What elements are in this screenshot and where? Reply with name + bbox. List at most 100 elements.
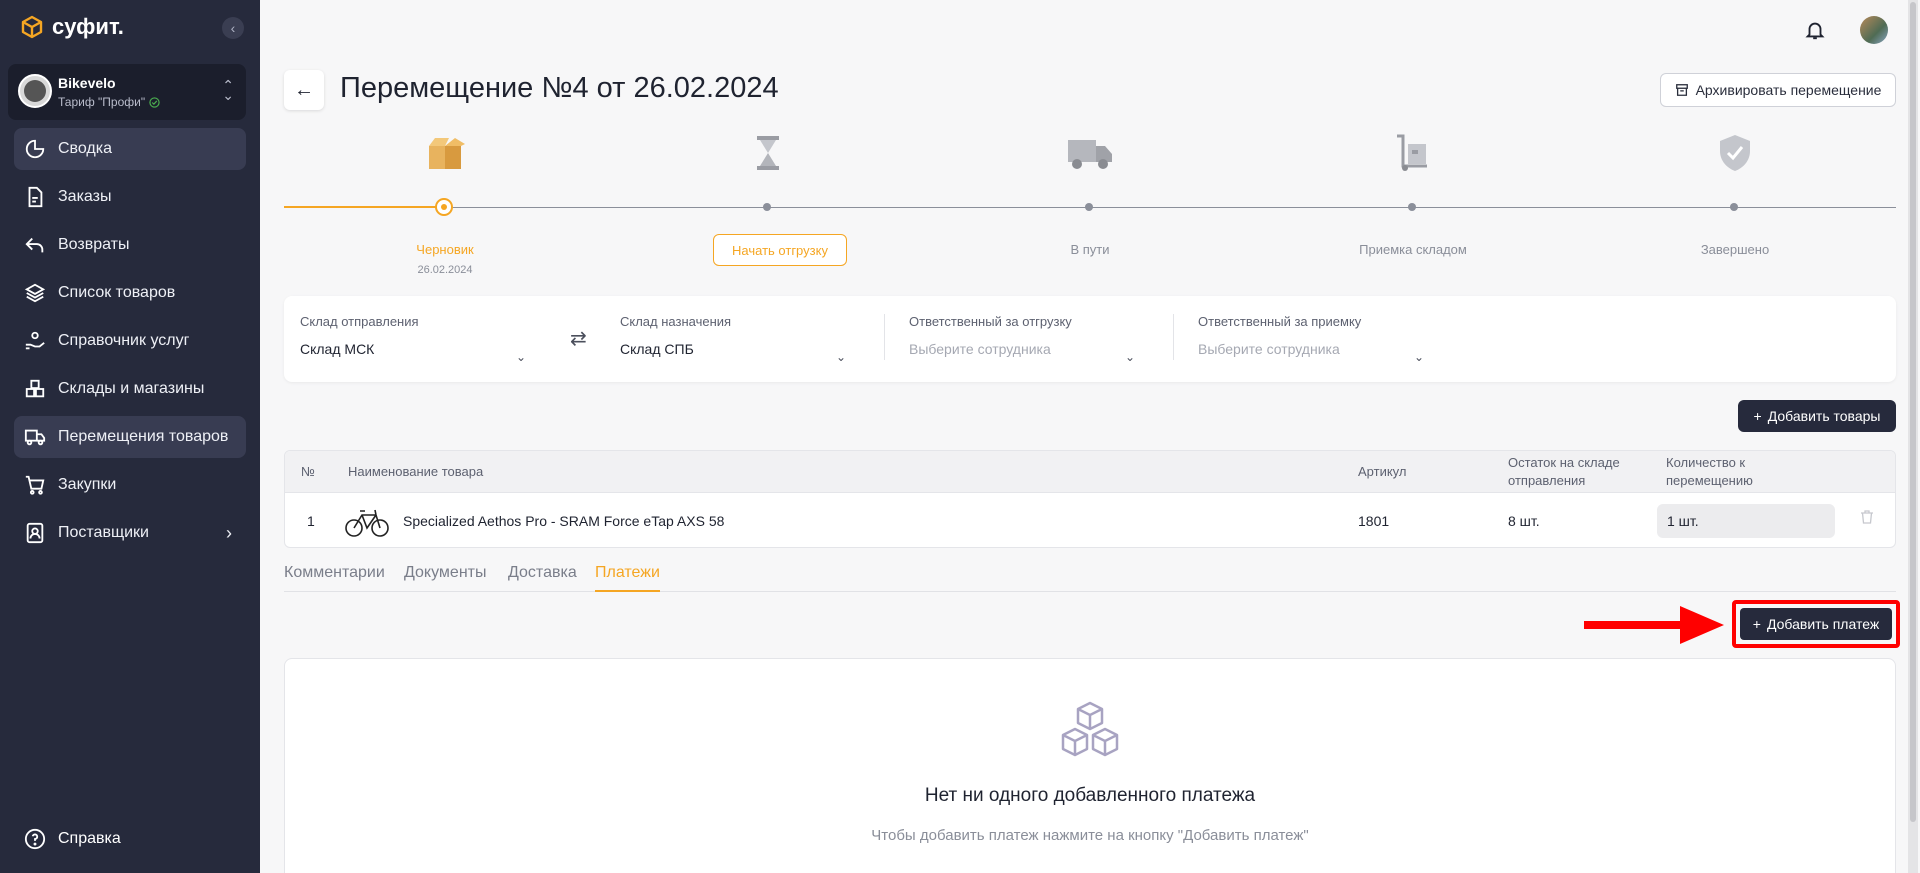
step-dot (1085, 203, 1093, 211)
add-payment-button[interactable]: + Добавить платеж (1740, 608, 1892, 640)
empty-state-subtitle: Чтобы добавить платеж нажмите на кнопку … (871, 827, 1309, 844)
field-label: Ответственный за приемку (1198, 314, 1362, 329)
bell-icon[interactable] (1804, 18, 1826, 42)
column-header-line: отправления (1508, 473, 1586, 488)
field-label: Склад отправления (300, 314, 419, 329)
payments-empty-state: Нет ни одного добавленного платежа Чтобы… (284, 658, 1896, 873)
start-shipping-button[interactable]: Начать отгрузку (713, 234, 847, 266)
destination-warehouse-select[interactable]: Склад назначения Склад СПБ ⌄ (620, 314, 846, 364)
plus-icon: + (1752, 616, 1761, 632)
add-goods-button[interactable]: + Добавить товары (1738, 400, 1896, 432)
org-switcher[interactable]: Bikevelo Тариф "Профи" ⌃ ⌄ (8, 64, 246, 120)
product-thumbnail (345, 501, 389, 541)
column-header-name: Наименование товара (348, 464, 484, 479)
archive-icon (1675, 84, 1688, 96)
step-label: Завершено (1700, 242, 1770, 257)
sidebar-item-label: Список товаров (58, 284, 176, 301)
truck-icon (24, 429, 46, 446)
shipping-responsible-select[interactable]: Ответственный за отгрузку Выберите сотру… (909, 314, 1135, 364)
chevron-down-icon: ⌄ (515, 350, 526, 364)
stepper-track-line (444, 207, 1896, 208)
tab-payments[interactable]: Платежи (595, 564, 660, 592)
quantity-input[interactable]: 1 шт. (1657, 504, 1835, 538)
page-scrollbar[interactable] (1908, 0, 1918, 873)
column-header-qty: Количество к перемещению (1666, 451, 1753, 493)
step-receiving: Приемка складом (1323, 130, 1503, 257)
detail-tabs: Комментарии Документы Доставка Платежи (284, 564, 1896, 592)
sidebar-item-label: Сводка (58, 140, 113, 157)
column-header-article: Артикул (1358, 464, 1407, 479)
archive-transfer-label: Архивировать перемещение (1695, 82, 1882, 98)
arrow-left-icon: ← (294, 78, 314, 101)
column-header-stock: Остаток на складе отправления (1508, 451, 1620, 493)
pie-chart-icon (25, 139, 45, 159)
app-logo[interactable]: суфит. (20, 14, 124, 40)
swap-icon[interactable]: ⇄ (570, 326, 587, 351)
sidebar-item-label: Возвраты (58, 236, 130, 253)
step-label: Приемка складом (1359, 242, 1467, 257)
tab-delivery[interactable]: Доставка (508, 564, 577, 592)
sidebar-item-suppliers[interactable]: Поставщики › (14, 512, 246, 554)
column-header-line: перемещению (1666, 473, 1753, 488)
truck-icon (1000, 130, 1180, 176)
warehouse-icon (25, 379, 45, 398)
shield-check-icon (1645, 130, 1825, 176)
field-value: Склад СПБ (620, 341, 694, 357)
step-label: В пути (1070, 242, 1110, 257)
user-avatar[interactable] (1860, 16, 1888, 44)
sidebar-item-summary[interactable]: Сводка (14, 128, 246, 170)
help-link[interactable]: Справка (24, 828, 121, 850)
source-warehouse-select[interactable]: Склад отправления Склад МСК ⌄ (300, 314, 526, 364)
check-circle-icon (149, 96, 160, 108)
field-value: Склад МСК (300, 341, 375, 357)
sidebar-item-transfers[interactable]: Перемещения товаров (14, 416, 246, 458)
sidebar-item-label: Склады и магазины (58, 380, 205, 397)
sidebar-item-products[interactable]: Список товаров (14, 272, 246, 314)
step-dot-current (435, 198, 453, 216)
row-product[interactable]: Specialized Aethos Pro - SRAM Force eTap… (345, 493, 725, 547)
step-date: 26.02.2024 (417, 264, 473, 276)
trash-icon[interactable] (1859, 509, 1875, 525)
return-arrow-icon (25, 237, 44, 253)
step-shipping: Начать отгрузку (678, 130, 858, 266)
divider (1173, 314, 1174, 360)
field-placeholder: Выберите сотрудника (1198, 341, 1340, 357)
org-name: Bikevelo (58, 75, 116, 91)
back-button[interactable]: ← (284, 70, 324, 110)
column-header-line: Количество к (1666, 455, 1746, 470)
sidebar-item-purchases[interactable]: Закупки (14, 464, 246, 506)
sidebar-item-orders[interactable]: Заказы (14, 176, 246, 218)
org-avatar (18, 74, 52, 108)
step-label: Черновик (416, 242, 474, 257)
stepper-progress-line (284, 206, 444, 208)
chevron-updown-icon: ⌃ ⌄ (222, 77, 234, 103)
collapse-sidebar-button[interactable]: ‹ (222, 17, 244, 39)
sidebar-item-label: Закупки (58, 476, 117, 493)
sidebar: суфит. ‹ Bikevelo Тариф "Профи" ⌃ ⌄ Сводк… (0, 0, 260, 873)
chevron-down-icon: ⌄ (1124, 350, 1135, 364)
archive-transfer-button[interactable]: Архивировать перемещение (1660, 73, 1896, 107)
receiving-responsible-select[interactable]: Ответственный за приемку Выберите сотруд… (1198, 314, 1424, 364)
sidebar-item-services[interactable]: Справочник услуг (14, 320, 246, 362)
step-dot (763, 203, 771, 211)
sidebar-item-returns[interactable]: Возвраты (14, 224, 246, 266)
app-logo-text: суфит. (52, 14, 124, 39)
org-plan: Тариф "Профи" (58, 95, 160, 109)
org-plan-label: Тариф "Профи" (58, 95, 146, 109)
empty-state-title: Нет ни одного добавленного платежа (924, 785, 1256, 806)
tab-comments[interactable]: Комментарии (284, 564, 385, 592)
service-hand-icon (25, 331, 45, 350)
tab-documents[interactable]: Документы (404, 564, 486, 592)
sidebar-item-label: Перемещения товаров (58, 428, 229, 445)
product-name: Specialized Aethos Pro - SRAM Force eTap… (403, 513, 725, 529)
column-header-line: Остаток на складе (1508, 455, 1620, 470)
transfer-details-card: Склад отправления Склад МСК ⌄ ⇄ Склад на… (284, 296, 1896, 382)
contacts-icon (26, 522, 44, 544)
chevron-right-icon: › (226, 522, 232, 543)
sidebar-item-warehouses[interactable]: Склады и магазины (14, 368, 246, 410)
help-label: Справка (58, 830, 121, 847)
row-num: 1 (307, 513, 315, 529)
column-header-num: № (301, 464, 315, 479)
plus-icon: + (1753, 408, 1762, 424)
field-placeholder: Выберите сотрудника (909, 341, 1051, 357)
